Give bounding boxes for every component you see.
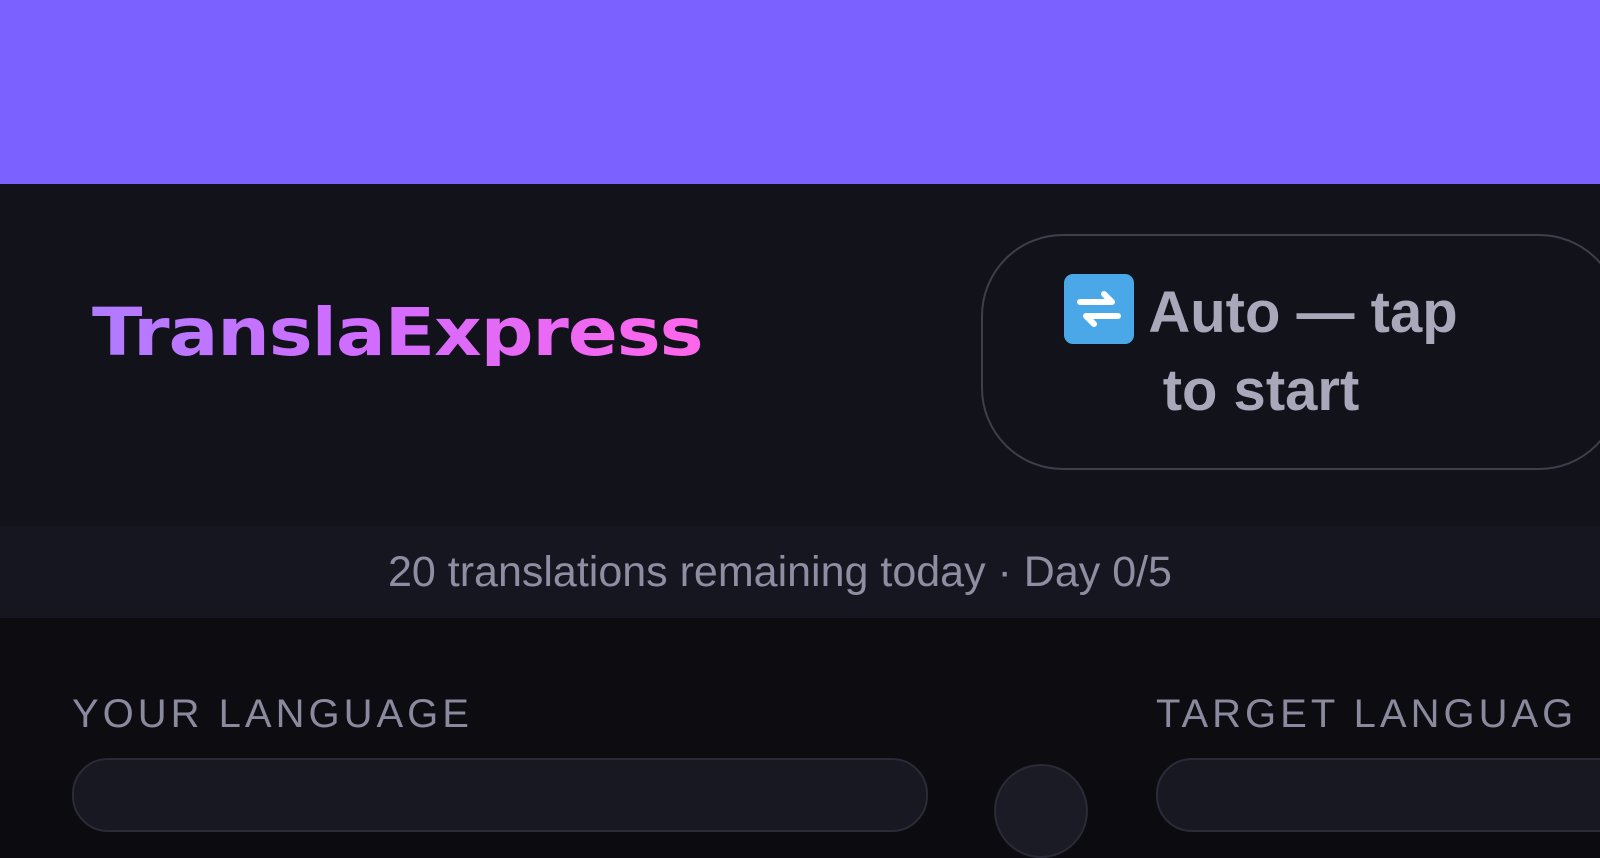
usage-status-text: 20 translations remaining today · Day 0/…: [388, 548, 1172, 596]
auto-start-label: Auto — tap to start: [1148, 280, 1458, 423]
swap-languages-button[interactable]: [994, 764, 1088, 858]
top-banner: [0, 0, 1600, 184]
auto-start-button[interactable]: Auto — tap to start: [981, 234, 1600, 470]
swap-arrows-icon: [1064, 274, 1135, 344]
usage-status-bar: 20 translations remaining today · Day 0/…: [0, 526, 1600, 618]
target-language-label: TARGET LANGUAG: [1156, 692, 1578, 736]
your-language-select[interactable]: [72, 758, 928, 832]
target-language-select[interactable]: [1156, 758, 1600, 832]
app-logo: TranslaExpress: [92, 294, 704, 371]
your-language-label: YOUR LANGUAGE: [72, 692, 473, 736]
